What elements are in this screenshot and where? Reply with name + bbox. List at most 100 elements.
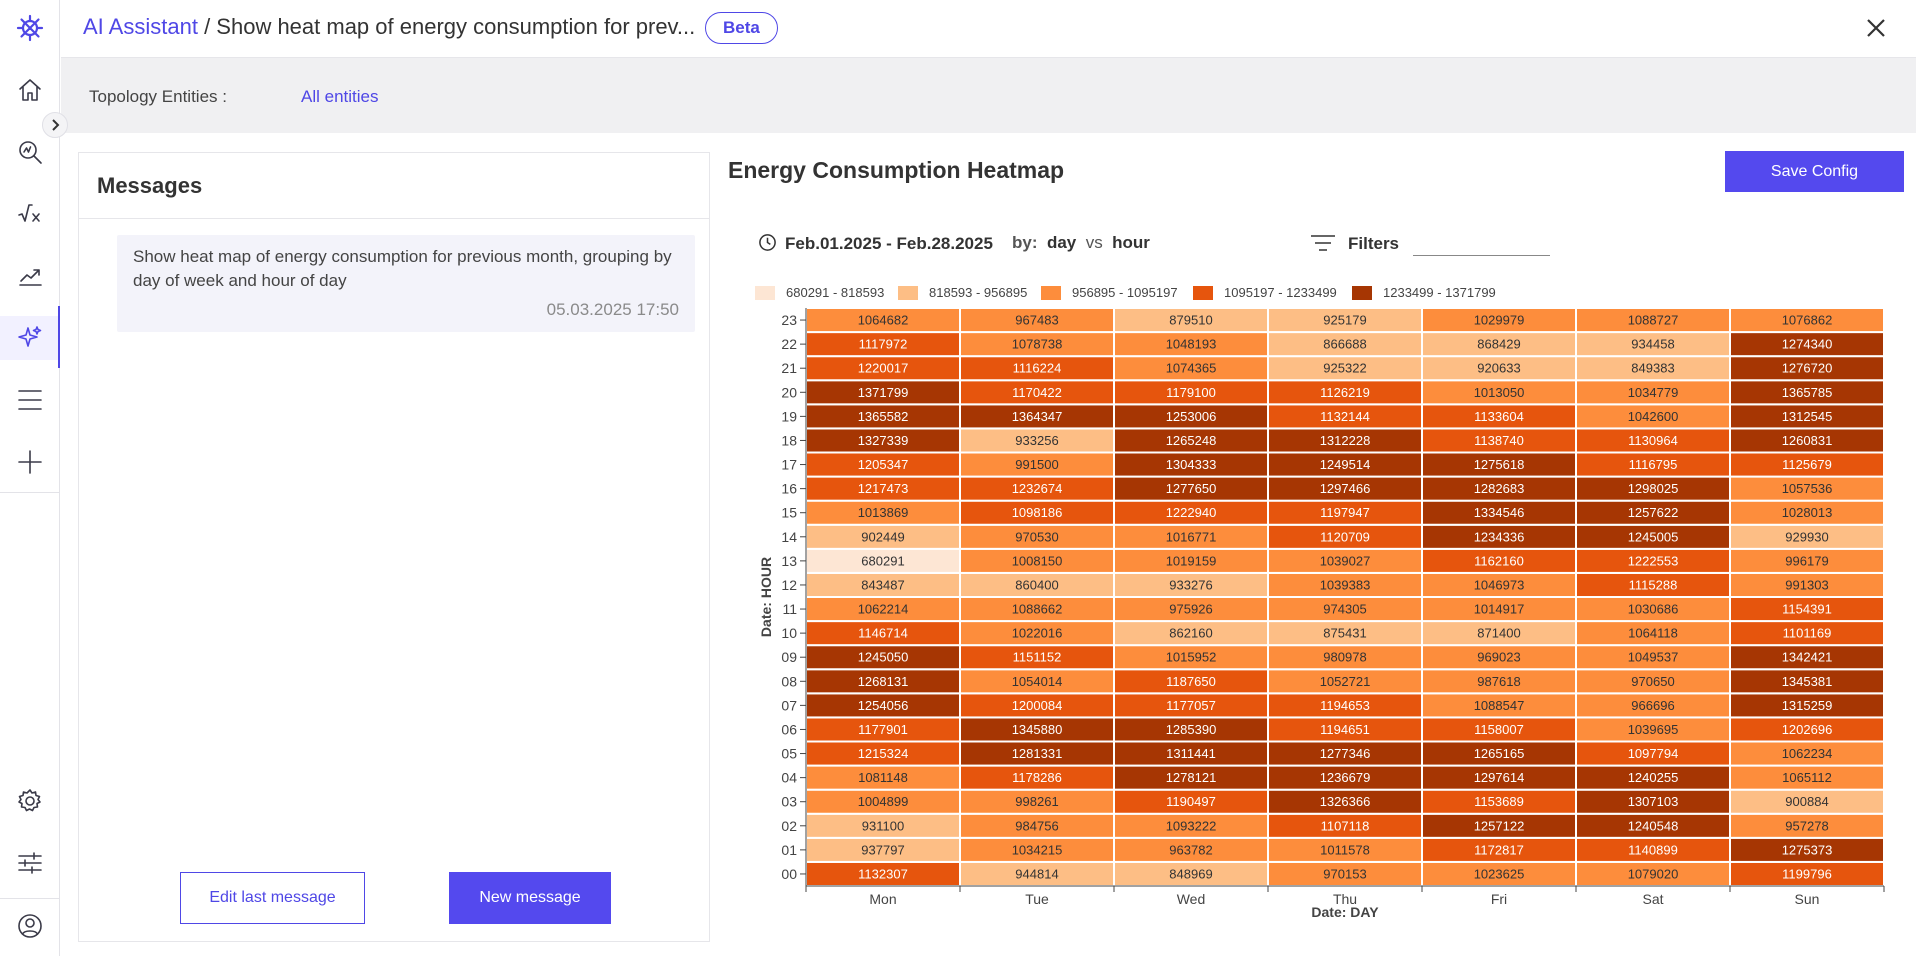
heatmap-cell — [805, 499, 961, 526]
heatmap-cell — [1267, 812, 1423, 839]
grouping-selector[interactable]: by: day vs hour — [1012, 233, 1150, 253]
heatmap-cell-label: 1013869 — [858, 505, 909, 520]
heatmap-cell-label: 1199796 — [1782, 866, 1832, 881]
heatmap-cell — [959, 812, 1115, 839]
y-tick-label: 11 — [782, 601, 797, 617]
heatmap-cell-label: 1275618 — [1474, 457, 1525, 472]
heatmap-cell-label: 1257122 — [1474, 818, 1525, 833]
y-tick-label: 01 — [781, 842, 797, 858]
heatmap-cell — [1421, 836, 1577, 863]
heatmap-cell — [1421, 620, 1577, 647]
heatmap-cell — [1729, 764, 1885, 791]
group-y-value[interactable]: hour — [1112, 233, 1150, 252]
heatmap-cell — [959, 596, 1115, 623]
list-menu-icon[interactable] — [0, 378, 60, 422]
heatmap-cell-label: 1277346 — [1320, 746, 1371, 761]
heatmap-cell — [1267, 668, 1423, 695]
heatmap-cell — [1267, 499, 1423, 526]
heatmap-cell — [1113, 547, 1269, 574]
heatmap-cell — [959, 499, 1115, 526]
y-tick-label: 15 — [781, 505, 797, 521]
save-config-button[interactable]: Save Config — [1725, 151, 1904, 192]
heatmap-cell — [1113, 307, 1269, 334]
group-x-value[interactable]: day — [1047, 233, 1076, 252]
heatmap-cell — [1575, 475, 1731, 502]
expand-sidebar-button[interactable] — [42, 112, 68, 138]
heatmap-cell-label: 1265248 — [1166, 433, 1217, 448]
heatmap-cell — [805, 860, 961, 888]
heatmap-cell — [805, 547, 961, 574]
message-text: Show heat map of energy consumption for … — [133, 247, 672, 290]
heatmap-cell — [1729, 547, 1885, 574]
heatmap-cell — [1267, 860, 1423, 888]
sliders-icon[interactable] — [0, 841, 60, 885]
heatmap-cell-label: 1172817 — [1474, 842, 1524, 857]
heatmap-cell-label: 1016771 — [1166, 529, 1217, 544]
heatmap-cell-label: 1245050 — [858, 650, 909, 665]
heatmap-cell-label: 1116224 — [1013, 361, 1062, 376]
heatmap-cell — [1421, 788, 1577, 815]
breadcrumb: AI Assistant / Show heat map of energy c… — [83, 14, 695, 40]
heatmap-cell — [1729, 499, 1885, 526]
heatmap-cell-label: 1132307 — [858, 866, 908, 881]
heatmap-cell — [1575, 620, 1731, 647]
heatmap-cell-label: 975926 — [1169, 602, 1212, 617]
user-avatar-icon[interactable] — [0, 904, 60, 948]
heatmap-cell — [1729, 475, 1885, 502]
logo-icon[interactable] — [0, 6, 60, 50]
heatmap-cell-label: 1116795 — [1629, 457, 1678, 472]
heatmap-cell — [1575, 523, 1731, 550]
trend-chart-icon[interactable] — [0, 254, 60, 298]
heatmap-cell-label: 969023 — [1477, 650, 1520, 665]
close-button[interactable] — [1864, 16, 1888, 40]
edit-last-message-button[interactable]: Edit last message — [180, 872, 365, 924]
close-icon — [1867, 19, 1885, 37]
heatmap-cell-label: 1177901 — [858, 722, 908, 737]
heatmap-cell — [1421, 427, 1577, 454]
home-icon[interactable] — [0, 68, 60, 112]
heatmap-cell-label: 1327339 — [858, 433, 909, 448]
heatmap-cell — [805, 764, 961, 791]
heatmap-cell-label: 925322 — [1323, 361, 1366, 376]
topology-entities-link[interactable]: All entities — [301, 87, 378, 107]
heatmap-cell — [1729, 379, 1885, 406]
add-icon[interactable] — [0, 440, 60, 484]
new-message-button[interactable]: New message — [449, 872, 611, 924]
heatmap-cell — [1267, 427, 1423, 454]
heatmap-cell — [1729, 523, 1885, 550]
heatmap-cell — [1421, 860, 1577, 888]
breadcrumb-root-link[interactable]: AI Assistant — [83, 14, 198, 39]
formula-icon[interactable] — [0, 192, 60, 236]
filters-control[interactable]: Filters — [1310, 233, 1399, 254]
y-tick-label: 08 — [781, 673, 797, 689]
legend-swatch — [1193, 286, 1213, 300]
heatmap-cell-label: 1158007 — [1474, 722, 1524, 737]
heatmap-cell — [1113, 788, 1269, 815]
heatmap-cell — [1729, 740, 1885, 767]
heatmap-cell-label: 868429 — [1477, 337, 1520, 352]
heatmap-cell — [805, 307, 961, 334]
heatmap-cell — [1729, 668, 1885, 695]
heatmap-cell — [959, 740, 1115, 767]
heatmap-cell-label: 1154391 — [1782, 602, 1832, 617]
heatmap-cell-label: 1240255 — [1628, 770, 1679, 785]
heatmap-cell — [805, 451, 961, 478]
ai-sparkle-icon[interactable] — [0, 316, 60, 360]
settings-gear-icon[interactable] — [0, 779, 60, 823]
heatmap-cell — [1421, 451, 1577, 478]
y-tick-label: 03 — [781, 794, 797, 810]
y-tick-label: 10 — [781, 625, 797, 641]
heatmap-cell — [1729, 571, 1885, 599]
heatmap-cell — [1421, 523, 1577, 550]
heatmap-cell-label: 920633 — [1477, 361, 1520, 376]
filters-input-underline[interactable] — [1413, 255, 1550, 256]
heatmap-cell-label: 1008150 — [1012, 553, 1063, 568]
heatmap-cell-label: 1125679 — [1782, 457, 1832, 472]
heatmap-cell — [959, 355, 1115, 382]
heatmap-cell-label: 1365785 — [1782, 385, 1833, 400]
heatmap-cell-label: 1093222 — [1166, 818, 1217, 833]
heatmap-cell — [959, 547, 1115, 574]
heatmap-cell-label: 970530 — [1015, 529, 1058, 544]
date-range-picker[interactable]: Feb.01.2025 - Feb.28.2025 — [758, 233, 993, 254]
heatmap-cell — [1113, 475, 1269, 502]
